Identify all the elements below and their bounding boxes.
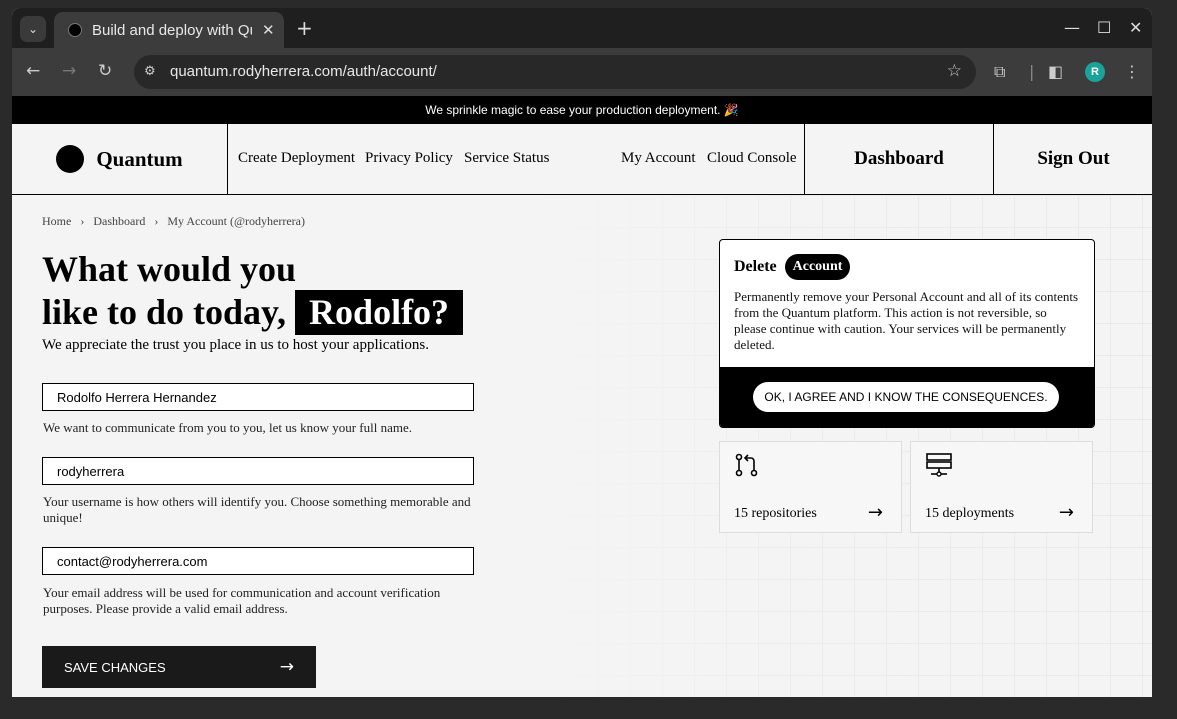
email-help: Your email address will be used for comm…: [43, 585, 441, 616]
title-line-2: like to do today,: [42, 292, 287, 332]
deployments-card[interactable]: 15 deployments →: [910, 441, 1093, 533]
nav-create-deployment[interactable]: Create Deployment: [238, 150, 355, 167]
breadcrumb-current: My Account (@rodyherrera): [167, 214, 305, 228]
arrow-right-icon: →: [279, 657, 294, 677]
page-subtitle: We appreciate the trust you place in us …: [42, 337, 430, 353]
nav-my-account[interactable]: My Account: [621, 150, 696, 167]
logo-text: Quantum: [96, 146, 183, 171]
bookmark-star-icon[interactable]: ☆: [947, 61, 962, 81]
favicon-icon: [68, 23, 82, 37]
breadcrumb-separator: ›: [80, 214, 85, 228]
fullname-input[interactable]: Rodolfo Herrera Hernandez: [42, 383, 474, 411]
username-help: Your username is how others will identif…: [43, 494, 471, 525]
repositories-count: 15 repositories: [734, 506, 817, 521]
extensions-icon[interactable]: ⧉: [994, 62, 1005, 82]
arrow-right-icon: →: [1058, 502, 1074, 523]
username-input[interactable]: rodyherrera: [42, 457, 474, 485]
save-changes-button[interactable]: SAVE CHANGES →: [42, 646, 316, 688]
deployments-count: 15 deployments: [925, 506, 1015, 521]
menu-icon[interactable]: ⋮: [1124, 62, 1140, 81]
sign-out-button[interactable]: Sign Out: [993, 124, 1152, 194]
nav-cloud-console[interactable]: Cloud Console: [707, 150, 797, 167]
delete-card-description: Permanently remove your Personal Account…: [734, 289, 1079, 352]
breadcrumb-home[interactable]: Home: [42, 214, 71, 228]
announcement-banner: We sprinkle magic to ease your productio…: [12, 96, 1152, 124]
forward-icon[interactable]: →: [62, 61, 76, 81]
url-text[interactable]: quantum.rodyherrera.com/auth/account/: [170, 63, 437, 80]
address-bar[interactable]: ⚙ quantum.rodyherrera.com/auth/account/ …: [134, 55, 976, 89]
server-icon: [926, 453, 952, 477]
dashboard-button[interactable]: Dashboard: [804, 124, 993, 194]
browser-tab[interactable]: Build and deploy with Qu ✕: [54, 12, 284, 48]
maximize-button[interactable]: ☐: [1097, 18, 1111, 37]
divider: |: [1029, 62, 1035, 81]
site-header: Quantum Create Deployment Privacy Policy…: [12, 124, 1152, 195]
save-changes-label: SAVE CHANGES: [64, 659, 166, 675]
breadcrumb-separator: ›: [154, 214, 159, 228]
back-icon[interactable]: ←: [26, 61, 40, 81]
breadcrumb: Home › Dashboard › My Account (@rodyherr…: [42, 214, 311, 229]
fullname-help: We want to communicate from you to you, …: [43, 420, 413, 435]
logo-icon: [56, 145, 85, 173]
arrow-right-icon: →: [867, 502, 883, 523]
delete-card-footer: OK, I AGREE AND I KNOW THE CONSEQUENCES.: [720, 367, 1094, 427]
close-window-button[interactable]: ✕: [1129, 18, 1142, 37]
title-line-1: What would you: [42, 249, 297, 289]
tab-search-button[interactable]: ⌄: [20, 16, 46, 42]
tab-strip: ⌄ Build and deploy with Qu ✕ + — ☐ ✕: [12, 8, 1152, 48]
reload-icon[interactable]: ↻: [98, 61, 112, 81]
browser-toolbar: ← → ↻ ⚙ quantum.rodyherrera.com/auth/acc…: [12, 48, 1152, 96]
side-panel-icon[interactable]: ◧: [1048, 62, 1063, 81]
tab-close-icon[interactable]: ✕: [262, 21, 275, 39]
git-pull-request-icon: [735, 453, 758, 477]
tab-title: Build and deploy with Qu: [92, 21, 252, 39]
page-title: What would you like to do today, Rodolfo…: [42, 248, 464, 335]
browser-window: ⌄ Build and deploy with Qu ✕ + — ☐ ✕ ← →…: [12, 8, 1152, 697]
nav-service-status[interactable]: Service Status: [464, 150, 549, 167]
profile-avatar[interactable]: R: [1085, 62, 1105, 82]
repositories-card[interactable]: 15 repositories →: [719, 441, 902, 533]
email-input[interactable]: contact@rodyherrera.com: [42, 547, 474, 575]
nav-privacy-policy[interactable]: Privacy Policy: [365, 150, 453, 167]
delete-card-pill: Account: [784, 254, 851, 280]
agree-delete-button[interactable]: OK, I AGREE AND I KNOW THE CONSEQUENCES.: [753, 382, 1059, 412]
delete-account-card: Delete Account Permanently remove your P…: [719, 239, 1095, 428]
site-info-icon[interactable]: ⚙: [144, 64, 160, 80]
logo[interactable]: Quantum: [12, 124, 228, 194]
minimize-button[interactable]: —: [1064, 18, 1080, 37]
new-tab-button[interactable]: +: [296, 16, 313, 40]
user-name-highlight: Rodolfo?: [295, 290, 464, 335]
delete-card-title: Delete: [734, 258, 777, 275]
breadcrumb-dashboard[interactable]: Dashboard: [93, 214, 145, 228]
